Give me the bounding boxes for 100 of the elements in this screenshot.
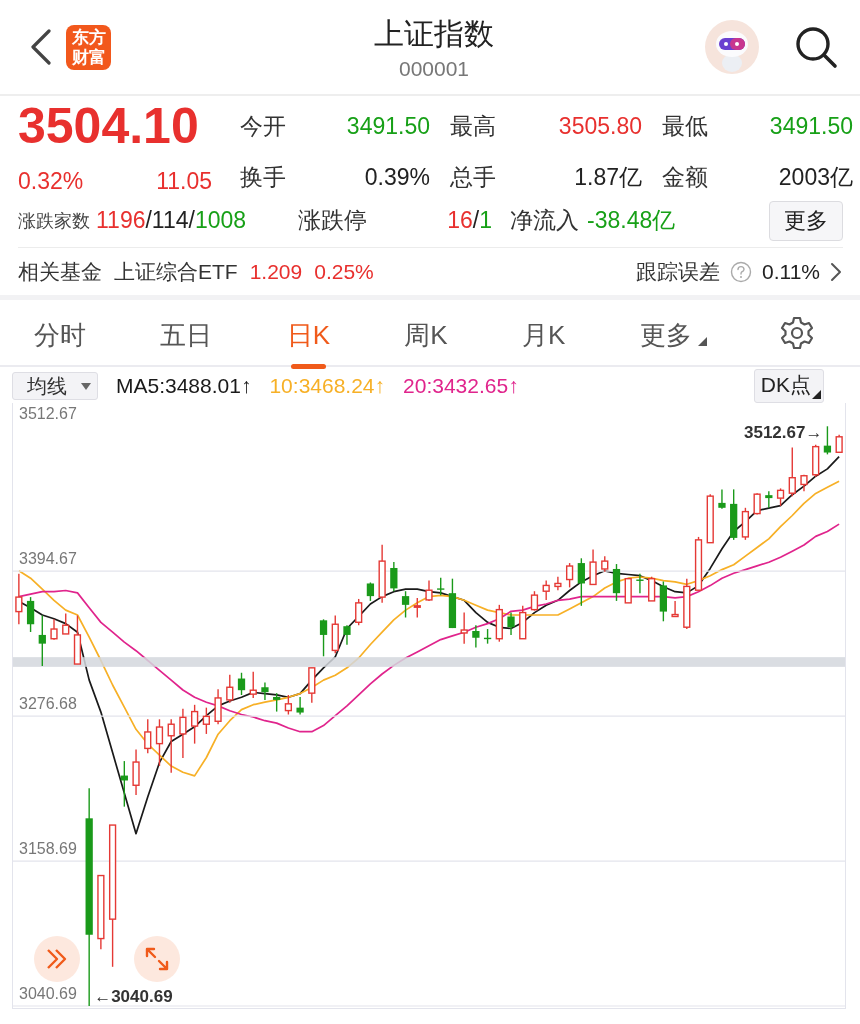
candlestick bbox=[261, 681, 269, 701]
candlestick bbox=[120, 760, 128, 808]
candlestick bbox=[390, 561, 398, 592]
candlestick bbox=[319, 618, 328, 657]
candlestick bbox=[413, 597, 421, 619]
candlestick bbox=[507, 611, 515, 636]
stat-label: 总手 bbox=[450, 162, 496, 192]
candlestick bbox=[343, 624, 351, 646]
candlestick bbox=[753, 492, 761, 516]
candlestick bbox=[448, 577, 457, 629]
axis-label: 3394.67 bbox=[19, 550, 77, 568]
candlestick bbox=[401, 590, 410, 619]
candlestick bbox=[730, 488, 738, 541]
candlestick bbox=[577, 557, 585, 607]
candlestick bbox=[624, 577, 632, 604]
caret-icon bbox=[812, 390, 821, 399]
candlestick bbox=[273, 692, 281, 713]
candlestick bbox=[694, 536, 703, 591]
tracking-error-value: 0.11% bbox=[762, 259, 820, 284]
candlestick bbox=[249, 671, 257, 699]
search-icon[interactable] bbox=[794, 25, 838, 69]
stat-label: 最高 bbox=[450, 111, 496, 141]
candlestick bbox=[202, 706, 210, 735]
fund-label: 相关基金 bbox=[18, 258, 102, 285]
candlestick bbox=[132, 748, 140, 796]
double-chevron-icon bbox=[45, 948, 69, 970]
candlestick bbox=[38, 614, 46, 667]
stock-code: 000001 bbox=[398, 56, 470, 82]
candlestick bbox=[62, 612, 70, 635]
candlestick bbox=[296, 696, 304, 716]
stat-value: 3491.50 bbox=[346, 112, 430, 140]
indicator-dropdown[interactable]: 均线 bbox=[12, 372, 98, 400]
back-icon[interactable] bbox=[30, 29, 52, 65]
candlestick bbox=[671, 600, 679, 618]
candlestick bbox=[483, 628, 492, 645]
candlestick bbox=[648, 576, 656, 602]
candlestick bbox=[167, 718, 175, 774]
candlestick bbox=[800, 474, 808, 493]
candlestick bbox=[437, 577, 445, 596]
more-button[interactable]: 更多 bbox=[769, 200, 843, 241]
candlestick bbox=[237, 672, 246, 696]
axis-label: 3158.69 bbox=[19, 840, 77, 858]
breadth-label: 涨跌家数 bbox=[18, 209, 90, 233]
stat-label: 今开 bbox=[240, 111, 286, 141]
page-title: 上证指数 bbox=[374, 16, 494, 52]
index-price: 3504.10 bbox=[18, 98, 200, 154]
high-price-label: 3512.67→ bbox=[743, 423, 823, 443]
stat-label: 金额 bbox=[662, 162, 708, 192]
candlestick bbox=[601, 555, 609, 573]
collapse-button[interactable] bbox=[34, 936, 80, 982]
candlestick bbox=[214, 688, 222, 725]
candlestick bbox=[308, 667, 316, 704]
chevron-right-icon[interactable] bbox=[830, 261, 842, 282]
candlestick bbox=[823, 425, 832, 456]
robot-avatar[interactable] bbox=[704, 19, 760, 75]
candlestick bbox=[589, 548, 597, 586]
net-inflow-value: -38.48亿 bbox=[587, 206, 676, 235]
fund-name[interactable]: 上证综合ETF bbox=[114, 257, 238, 286]
stat-value: 0.39% bbox=[364, 163, 430, 191]
tab[interactable]: 分时 bbox=[32, 302, 88, 369]
candlestick bbox=[835, 434, 843, 453]
tab[interactable]: 更多 bbox=[637, 302, 709, 369]
moving-average-value: 20:3432.65↑ bbox=[403, 374, 519, 398]
candlestick bbox=[425, 579, 433, 602]
caret-icon bbox=[81, 382, 91, 390]
moving-average-value: 10:3468.24↑ bbox=[269, 374, 386, 398]
candlestick bbox=[718, 488, 726, 510]
candlestick bbox=[495, 604, 503, 643]
candlestick bbox=[683, 577, 691, 630]
fund-change: 0.25% bbox=[314, 259, 374, 284]
settings-icon[interactable] bbox=[779, 314, 815, 351]
stat-value: 1.87亿 bbox=[574, 162, 642, 192]
caret-icon bbox=[697, 337, 707, 346]
candlestick bbox=[554, 576, 562, 591]
expand-arrows-icon bbox=[144, 946, 170, 972]
stat-value: 3505.80 bbox=[558, 112, 642, 140]
candlestick bbox=[226, 674, 234, 704]
stat-value: 2003亿 bbox=[778, 162, 853, 192]
candlestick bbox=[15, 573, 23, 625]
candlestick bbox=[519, 605, 527, 640]
axis-label: 3512.67 bbox=[19, 405, 77, 423]
candlestick bbox=[530, 590, 539, 612]
tab[interactable]: 周K bbox=[402, 302, 450, 369]
candlestick bbox=[612, 563, 621, 602]
tab[interactable]: 月K bbox=[520, 302, 568, 369]
axis-label: 3040.69 bbox=[19, 985, 77, 1002]
candlestick bbox=[378, 543, 386, 604]
moving-average-value: MA5:3488.01↑ bbox=[116, 374, 252, 398]
candlestick bbox=[366, 581, 375, 602]
change-percent: 0.32% bbox=[18, 167, 84, 195]
candlestick bbox=[741, 507, 750, 541]
tab[interactable]: 五日 bbox=[158, 302, 215, 369]
fullscreen-button[interactable] bbox=[134, 936, 180, 982]
stat-value: 3491.50 bbox=[769, 112, 853, 140]
candlestick bbox=[776, 487, 785, 507]
dk-points-button[interactable]: DK点 bbox=[753, 369, 824, 403]
candlestick bbox=[26, 596, 35, 633]
candlestick bbox=[284, 694, 292, 716]
candlestick bbox=[73, 614, 82, 665]
low-price-label: ←3040.69 bbox=[94, 987, 173, 1006]
